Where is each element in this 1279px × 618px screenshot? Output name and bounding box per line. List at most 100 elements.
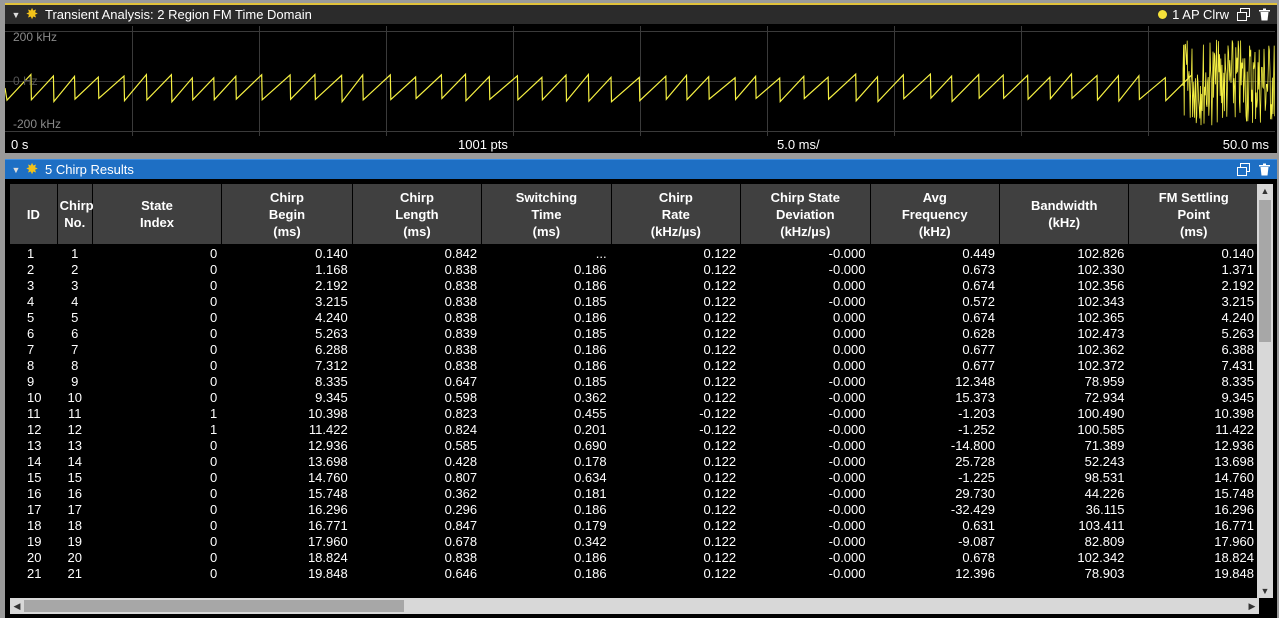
delete-icon[interactable] — [1258, 8, 1271, 21]
table-row[interactable]: 5 5 0 4.240 0.838 0.186 0.122 0.000 0.674 102.365… — [10, 310, 1259, 326]
table-row[interactable]: 19 19 0 17.960 0.678 0.342 0.122 -0.000 -9.087 82… — [10, 534, 1259, 550]
trace-dot-icon — [1158, 10, 1168, 19]
cell-chirp-state-deviation: -0.000 — [740, 566, 871, 582]
cell-switching-time: 0.186 — [481, 342, 612, 358]
cell-fm-settling-point: 18.824 — [1128, 550, 1259, 566]
cell-chirp-rate: 0.122 — [611, 374, 742, 390]
table-row[interactable]: 13 13 0 12.936 0.585 0.690 0.122 -0.000 -14.800 7… — [10, 438, 1259, 454]
cell-chirp-length: 0.824 — [352, 422, 483, 438]
collapse-icon[interactable]: ▼ — [9, 165, 23, 175]
cell-chirp-no: 20 — [57, 550, 93, 566]
column-header-id[interactable]: ID — [10, 184, 58, 244]
cell-chirp-length: 0.362 — [352, 486, 483, 502]
analysis-titlebar[interactable]: ▼ ✸ Transient Analysis: 2 Region FM Time… — [5, 5, 1277, 24]
column-header-bandwidth[interactable]: Bandwidth (kHz) — [999, 184, 1130, 244]
cell-switching-time: 0.186 — [481, 550, 612, 566]
cell-chirp-begin: 19.848 — [221, 566, 353, 582]
table-row[interactable]: 11 11 1 10.398 0.823 0.455 -0.122 -0.000 -1.203 1… — [10, 406, 1259, 422]
cell-chirp-no: 1 — [57, 244, 93, 262]
table-row[interactable]: 4 4 0 3.215 0.838 0.185 0.122 -0.000 0.572 102.34… — [10, 294, 1259, 310]
scroll-down-icon[interactable]: ▼ — [1257, 584, 1273, 598]
cell-id: 11 — [10, 406, 58, 422]
x-axis-bar: 0 s 1001 pts 5.0 ms/ 50.0 ms — [5, 136, 1275, 153]
restore-window-icon[interactable] — [1237, 163, 1250, 176]
cell-state-index: 0 — [92, 454, 223, 470]
cell-switching-time: 0.455 — [481, 406, 612, 422]
cell-chirp-begin: 4.240 — [221, 310, 353, 326]
delete-icon[interactable] — [1258, 163, 1271, 176]
cell-chirp-state-deviation: -0.000 — [740, 534, 871, 550]
cell-state-index: 0 — [92, 262, 223, 278]
table-row[interactable]: 2 2 0 1.168 0.838 0.186 0.122 -0.000 0.673 102.33… — [10, 262, 1259, 278]
cell-bandwidth: 102.343 — [999, 294, 1130, 310]
cell-chirp-no: 5 — [57, 310, 93, 326]
scroll-right-icon[interactable]: ▶ — [1245, 598, 1259, 614]
table-row[interactable]: 12 12 1 11.422 0.824 0.201 -0.122 -0.000 -1.252 1… — [10, 422, 1259, 438]
cell-avg-frequency: 0.631 — [870, 518, 1000, 534]
column-header-chirp-rate[interactable]: Chirp Rate (kHz/µs) — [611, 184, 742, 244]
results-titlebar[interactable]: ▼ ✸ 5 Chirp Results — [5, 160, 1277, 179]
scroll-up-icon[interactable]: ▲ — [1257, 184, 1273, 198]
table-row[interactable]: 20 20 0 18.824 0.838 0.186 0.122 -0.000 0.678 102… — [10, 550, 1259, 566]
points-label: 1001 pts — [458, 137, 508, 152]
fm-time-domain-plot[interactable]: 200 kHz 0 Hz -200 kHz — [5, 26, 1275, 136]
cell-chirp-state-deviation: -0.000 — [740, 262, 871, 278]
column-header-chirp-no[interactable]: Chirp No. — [57, 184, 94, 244]
table-row[interactable]: 7 7 0 6.288 0.838 0.186 0.122 0.000 0.677 102.362… — [10, 342, 1259, 358]
cell-chirp-state-deviation: 0.000 — [740, 342, 871, 358]
cell-state-index: 0 — [92, 374, 223, 390]
column-header-state-index[interactable]: State Index — [92, 184, 223, 244]
cell-chirp-begin: 8.335 — [221, 374, 353, 390]
cell-chirp-state-deviation: 0.000 — [740, 278, 871, 294]
table-row[interactable]: 17 17 0 16.296 0.296 0.186 0.122 -0.000 -32.429 3… — [10, 502, 1259, 518]
cell-chirp-rate: 0.122 — [611, 294, 742, 310]
table-row[interactable]: 15 15 0 14.760 0.807 0.634 0.122 -0.000 -1.225 98… — [10, 470, 1259, 486]
trace-indicator[interactable]: 1 AP Clrw — [1158, 7, 1229, 22]
table-row[interactable]: 16 16 0 15.748 0.362 0.181 0.122 -0.000 29.730 44… — [10, 486, 1259, 502]
cell-chirp-rate: 0.122 — [611, 566, 742, 582]
table-row[interactable]: 9 9 0 8.335 0.647 0.185 0.122 -0.000 12.348 78.95… — [10, 374, 1259, 390]
scroll-left-icon[interactable]: ◀ — [10, 598, 24, 614]
cell-avg-frequency: 12.348 — [870, 374, 1000, 390]
table-row[interactable]: 10 10 0 9.345 0.598 0.362 0.122 -0.000 15.373 72.… — [10, 390, 1259, 406]
cell-id: 8 — [10, 358, 58, 374]
cell-chirp-no: 15 — [57, 470, 93, 486]
column-header-avg-frequency[interactable]: Avg Frequency (kHz) — [870, 184, 1000, 244]
restore-window-icon[interactable] — [1237, 8, 1250, 21]
table-row[interactable]: 18 18 0 16.771 0.847 0.179 0.122 -0.000 0.631 103… — [10, 518, 1259, 534]
column-header-switching-time[interactable]: Switching Time (ms) — [481, 184, 612, 244]
vertical-scroll-thumb[interactable] — [1259, 200, 1271, 342]
column-header-chirp-state-deviation[interactable]: Chirp State Deviation (kHz/µs) — [740, 184, 871, 244]
plot-canvas — [5, 26, 1275, 136]
collapse-icon[interactable]: ▼ — [9, 10, 23, 20]
horizontal-scroll-thumb[interactable] — [24, 600, 404, 612]
table-row[interactable]: 14 14 0 13.698 0.428 0.178 0.122 -0.000 25.728 52… — [10, 454, 1259, 470]
cell-bandwidth: 78.903 — [999, 566, 1130, 582]
column-header-fm-settling-point[interactable]: FM Settling Point (ms) — [1128, 184, 1259, 244]
transient-analysis-window: ▼ ✸ Transient Analysis: 2 Region FM Time… — [5, 3, 1277, 153]
cell-state-index: 0 — [92, 438, 223, 454]
table-row[interactable]: 21 21 0 19.848 0.646 0.186 0.122 -0.000 12.396 78… — [10, 566, 1259, 582]
cell-switching-time: 0.186 — [481, 358, 612, 374]
cell-avg-frequency: 0.674 — [870, 278, 1000, 294]
cell-chirp-state-deviation: -0.000 — [740, 244, 871, 262]
column-header-chirp-begin[interactable]: Chirp Begin (ms) — [221, 184, 353, 244]
cell-chirp-begin: 1.168 — [221, 262, 353, 278]
table-row[interactable]: 3 3 0 2.192 0.838 0.186 0.122 0.000 0.674 102.356… — [10, 278, 1259, 294]
horizontal-scrollbar[interactable]: ◀ ▶ — [10, 598, 1259, 614]
table-row[interactable]: 8 8 0 7.312 0.838 0.186 0.122 0.000 0.677 102.372… — [10, 358, 1259, 374]
cell-chirp-length: 0.823 — [352, 406, 483, 422]
table-row[interactable]: 6 6 0 5.263 0.839 0.185 0.122 0.000 0.628 102.473… — [10, 326, 1259, 342]
cell-chirp-length: 0.428 — [352, 454, 483, 470]
column-header-chirp-length[interactable]: Chirp Length (ms) — [352, 184, 483, 244]
cell-bandwidth: 102.362 — [999, 342, 1130, 358]
cell-avg-frequency: -32.429 — [870, 502, 1000, 518]
cell-state-index: 0 — [92, 278, 223, 294]
vertical-scrollbar[interactable]: ▲ ▼ — [1257, 184, 1273, 598]
cell-chirp-state-deviation: -0.000 — [740, 374, 871, 390]
table-body: 1 1 0 0.140 0.842... 0.122 -0.000 0.449 102.826 0… — [10, 244, 1259, 582]
cell-bandwidth: 71.389 — [999, 438, 1130, 454]
cell-chirp-length: 0.646 — [352, 566, 483, 582]
cell-bandwidth: 44.226 — [999, 486, 1130, 502]
table-row[interactable]: 1 1 0 0.140 0.842... 0.122 -0.000 0.449 102.826 0… — [10, 244, 1259, 262]
